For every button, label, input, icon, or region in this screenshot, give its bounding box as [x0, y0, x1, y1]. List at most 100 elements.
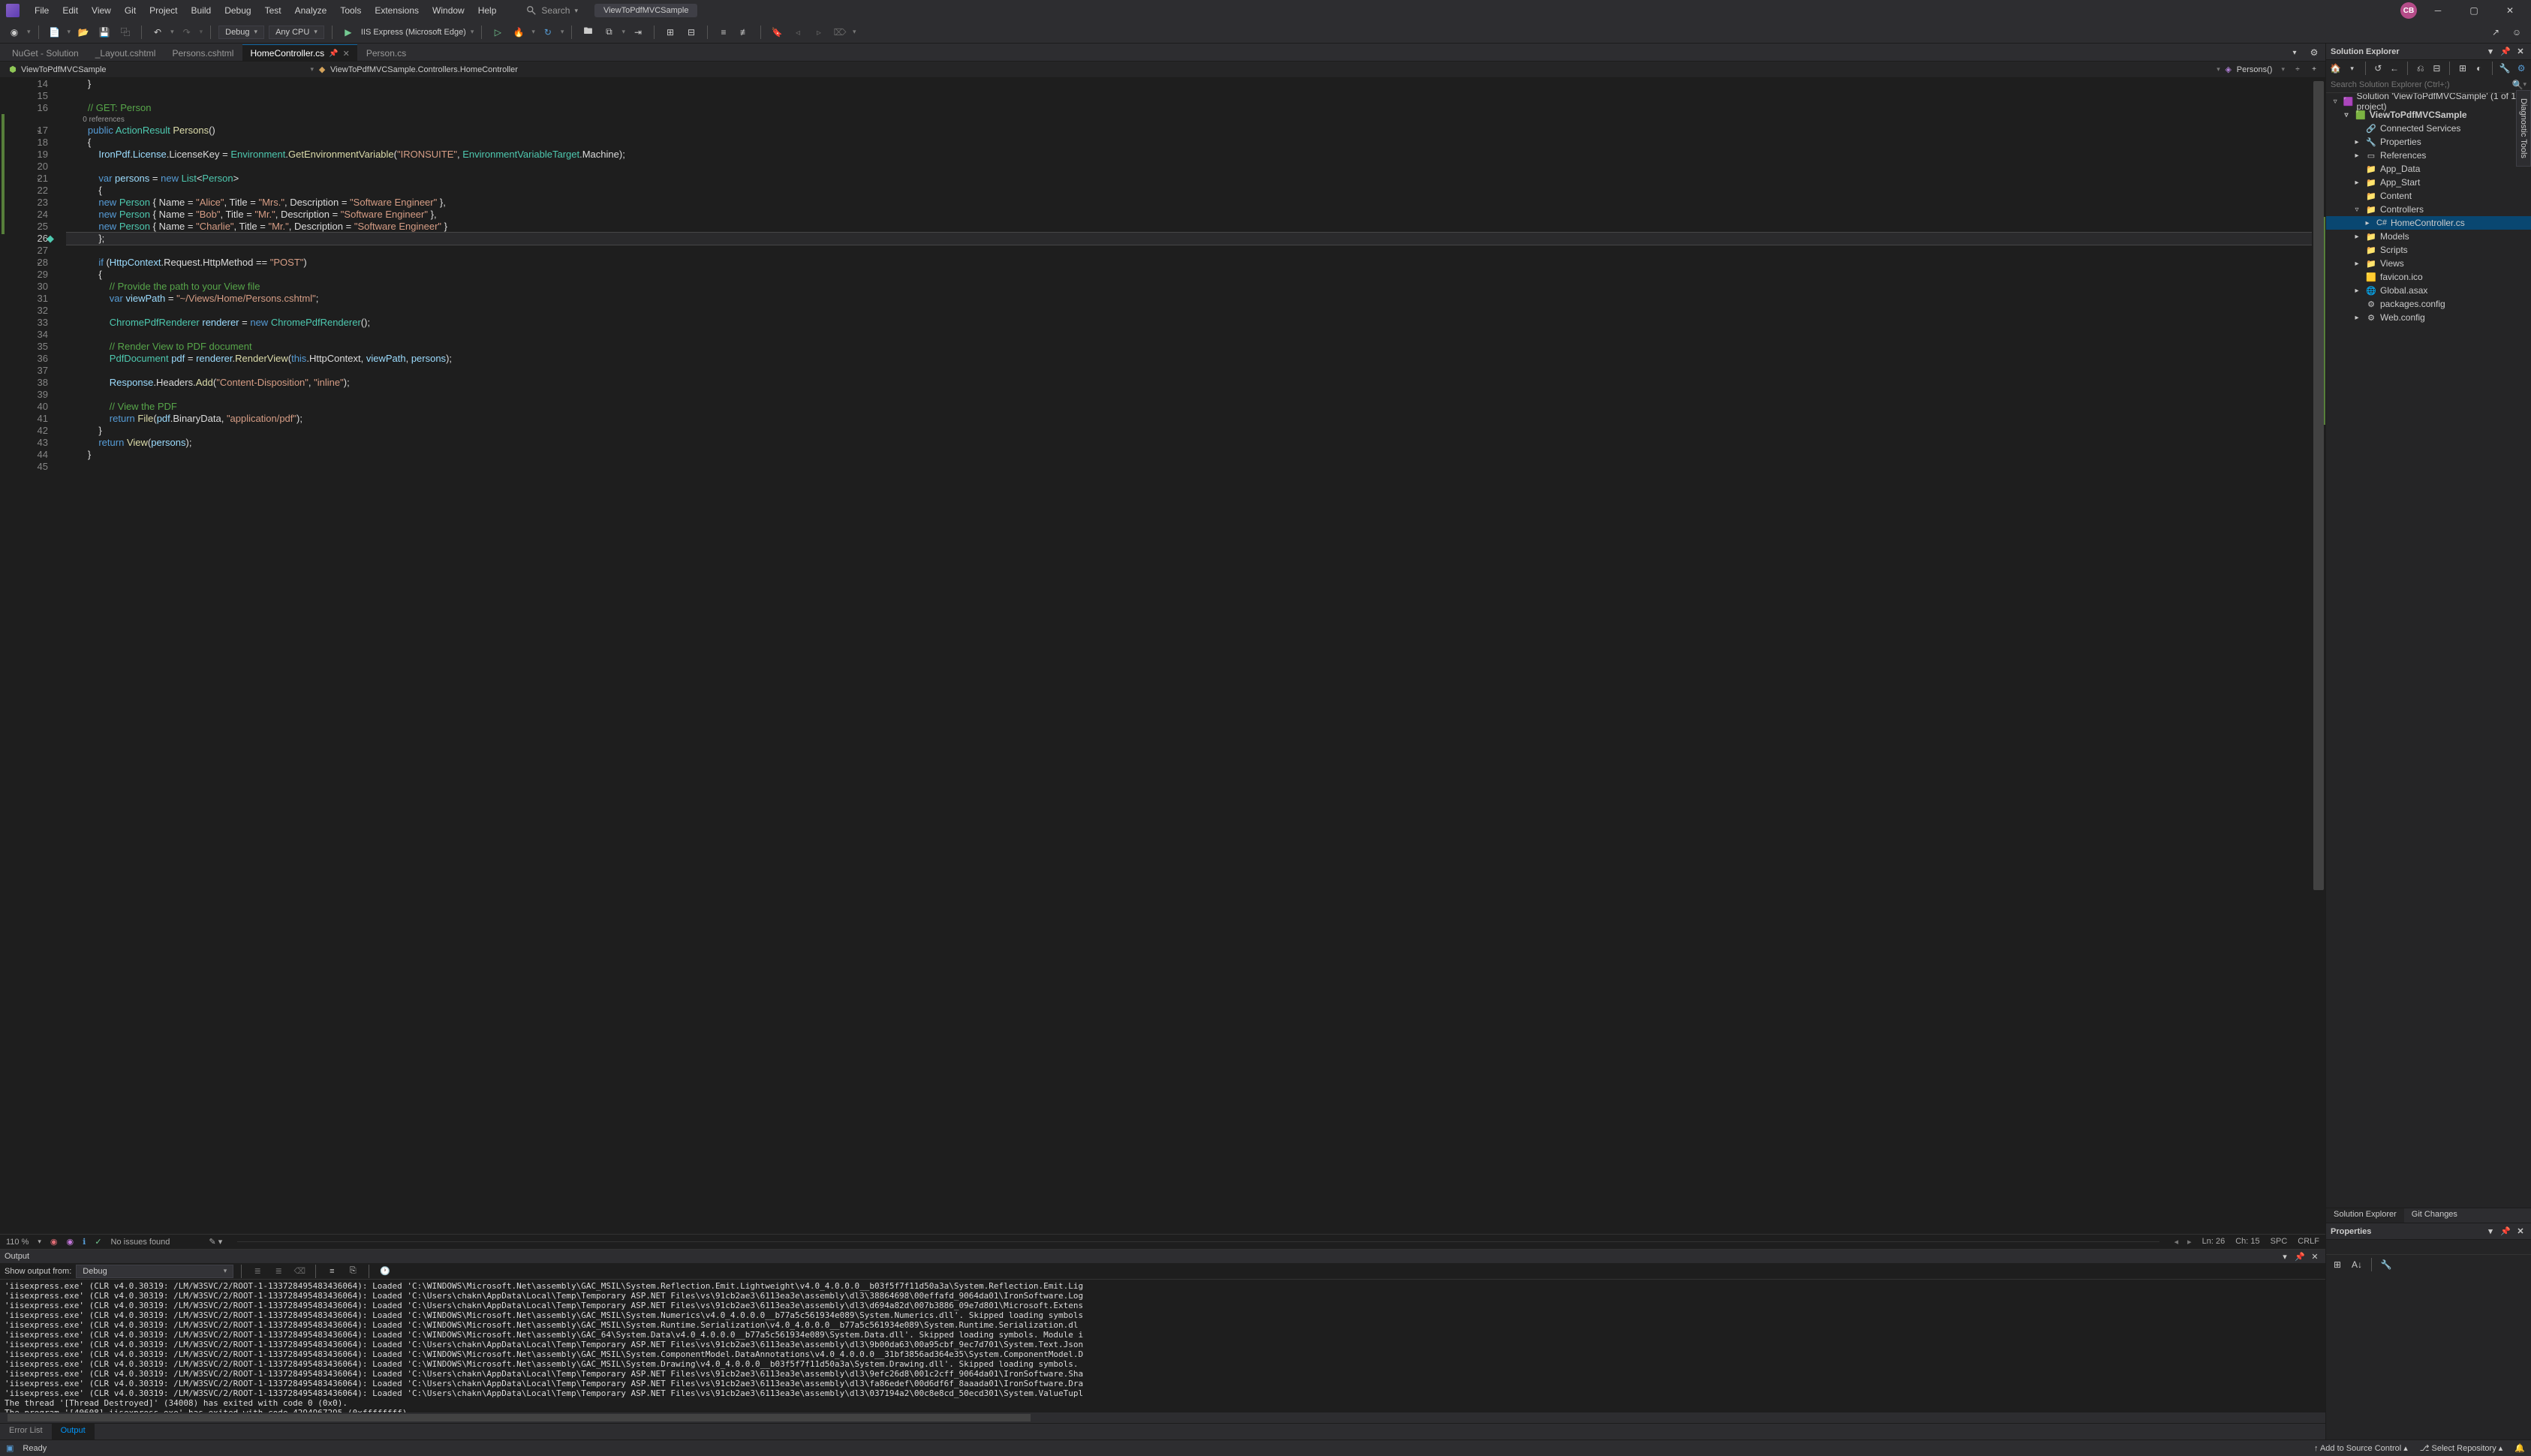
menu-tools[interactable]: Tools: [334, 2, 367, 19]
menu-debug[interactable]: Debug: [218, 2, 257, 19]
output-source-dropdown[interactable]: Debug▾: [76, 1265, 233, 1278]
se-preview-button[interactable]: ◐: [2472, 60, 2486, 77]
props-close-button[interactable]: ✕: [2514, 1226, 2526, 1238]
warning-indicator-icon[interactable]: ◉: [67, 1237, 74, 1247]
tree-node-4[interactable]: ▸▭References: [2326, 149, 2531, 162]
menu-git[interactable]: Git: [119, 2, 142, 19]
clear-bookmarks-button[interactable]: ⌦: [832, 24, 848, 41]
se-home-button[interactable]: 🏠: [2329, 60, 2343, 77]
editor-vscrollbar[interactable]: [2312, 78, 2325, 1234]
zoom-dropdown[interactable]: ▾: [38, 1238, 41, 1246]
next-bookmark-button[interactable]: ▹: [811, 24, 827, 41]
doc-tab-1[interactable]: _Layout.cshtml: [88, 45, 164, 61]
se-search[interactable]: 🔍 ▾: [2326, 77, 2531, 93]
tb-btn-2[interactable]: ⇥: [630, 24, 646, 41]
se-dropdown-button[interactable]: ▾: [2484, 46, 2496, 58]
tabs-settings-button[interactable]: ⚙: [2306, 44, 2322, 61]
output-pin-button[interactable]: 📌: [2294, 1250, 2306, 1262]
tree-node-12[interactable]: ▸📁Views: [2326, 257, 2531, 270]
se-close-button[interactable]: ✕: [2514, 46, 2526, 58]
props-dropdown-button[interactable]: ▾: [2484, 1226, 2496, 1238]
platform-dropdown[interactable]: Any CPU▾: [269, 26, 324, 39]
bookmark-button[interactable]: 🔖: [769, 24, 785, 41]
props-pin-button[interactable]: 📌: [2499, 1226, 2511, 1238]
indent-indicator[interactable]: SPC: [2271, 1237, 2288, 1247]
redo-button[interactable]: ↷: [179, 24, 195, 41]
error-indicator-icon[interactable]: ◉: [50, 1237, 58, 1247]
bottom-tab-output[interactable]: Output: [52, 1424, 95, 1439]
hscroll-right-button[interactable]: ▸: [2187, 1237, 2192, 1247]
tree-node-5[interactable]: 📁App_Data: [2326, 162, 2531, 176]
new-project-button[interactable]: 📄: [47, 24, 63, 41]
split-editor-button[interactable]: ÷: [2289, 62, 2306, 78]
feedback-button[interactable]: ☺: [2508, 24, 2525, 41]
tb-btn-3[interactable]: ⊞: [662, 24, 679, 41]
user-avatar[interactable]: CB: [2400, 2, 2417, 19]
config-dropdown[interactable]: Debug▾: [218, 26, 264, 39]
output-clear-button[interactable]: ⌫: [291, 1263, 308, 1280]
tree-node-11[interactable]: 📁Scripts: [2326, 243, 2531, 257]
props-pages-button[interactable]: 🔧: [2378, 1256, 2394, 1273]
bottom-tab-error-list[interactable]: Error List: [0, 1424, 52, 1439]
search-box[interactable]: Search ▾: [526, 5, 578, 16]
menu-help[interactable]: Help: [472, 2, 503, 19]
bc-project[interactable]: ⬢ ViewToPdfMVCSample: [3, 65, 111, 75]
select-repository[interactable]: ⎇ Select Repository ▴: [2420, 1443, 2503, 1453]
close-button[interactable]: ✕: [2495, 0, 2525, 21]
se-tab-solution-explorer[interactable]: Solution Explorer: [2326, 1208, 2404, 1223]
tree-node-3[interactable]: ▸🔧Properties: [2326, 135, 2531, 149]
add-source-control[interactable]: ↑ Add to Source Control ▴: [2314, 1443, 2408, 1453]
tree-node-8[interactable]: ▿📁Controllers: [2326, 203, 2531, 216]
minimize-button[interactable]: ─: [2423, 0, 2453, 21]
tb-btn-4[interactable]: ⊟: [683, 24, 700, 41]
solution-tree[interactable]: ▿🟪Solution 'ViewToPdfMVCSample' (1 of 1 …: [2326, 93, 2531, 1208]
menu-file[interactable]: File: [29, 2, 55, 19]
tree-node-14[interactable]: ▸🌐Global.asax: [2326, 284, 2531, 297]
output-wordwrap-button[interactable]: ≡: [324, 1263, 340, 1280]
doc-tab-2[interactable]: Persons.cshtml: [164, 45, 241, 61]
hot-reload-button[interactable]: 🔥: [510, 24, 527, 41]
tree-node-7[interactable]: 📁Content: [2326, 189, 2531, 203]
tree-node-16[interactable]: ▸⚙Web.config: [2326, 311, 2531, 324]
menu-analyze[interactable]: Analyze: [289, 2, 333, 19]
run-button[interactable]: ▶: [340, 24, 357, 41]
undo-button[interactable]: ↶: [149, 24, 166, 41]
se-search-input[interactable]: [2331, 80, 2512, 89]
menu-build[interactable]: Build: [185, 2, 218, 19]
tree-node-9[interactable]: ▸C#HomeController.cs: [2326, 216, 2531, 230]
save-all-button[interactable]: ⿻: [117, 24, 134, 41]
refresh-button[interactable]: ↻: [540, 24, 556, 41]
hscroll-left-button[interactable]: ◂: [2174, 1237, 2179, 1247]
output-text[interactable]: 'iisexpress.exe' (CLR v4.0.30319: /LM/W3…: [0, 1280, 2325, 1412]
props-categorized-button[interactable]: ⊞: [2329, 1256, 2346, 1273]
se-filter-button[interactable]: ⎌: [2414, 60, 2427, 77]
doc-tab-3[interactable]: HomeController.cs📌✕: [242, 44, 357, 61]
comment-button[interactable]: ≡: [715, 24, 732, 41]
output-copy-button[interactable]: ⎘: [345, 1263, 361, 1280]
output-hscrollbar[interactable]: [0, 1412, 2325, 1423]
back-button[interactable]: ◉: [6, 24, 23, 41]
tabs-dropdown-button[interactable]: ▾: [2286, 44, 2303, 61]
menu-view[interactable]: View: [86, 2, 117, 19]
output-prev-button[interactable]: ≣: [249, 1263, 266, 1280]
menu-project[interactable]: Project: [143, 2, 183, 19]
doc-tab-0[interactable]: NuGet - Solution: [5, 45, 86, 61]
menu-window[interactable]: Window: [426, 2, 471, 19]
bc-expand-button[interactable]: +: [2306, 62, 2322, 78]
se-pin-button[interactable]: 📌: [2499, 46, 2511, 58]
live-share-button[interactable]: ↗: [2487, 24, 2504, 41]
maximize-button[interactable]: ▢: [2459, 0, 2489, 21]
output-next-button[interactable]: ≣: [270, 1263, 287, 1280]
prev-bookmark-button[interactable]: ◃: [790, 24, 806, 41]
line-indicator[interactable]: Ln: 26: [2202, 1237, 2226, 1247]
suggestion-indicator-icon[interactable]: ℹ: [83, 1237, 86, 1247]
output-timestamp-button[interactable]: 🕐: [377, 1263, 393, 1280]
se-show-all-button[interactable]: ⊞: [2456, 60, 2469, 77]
open-button[interactable]: 📂: [75, 24, 92, 41]
bc-member[interactable]: ▾ ◈ Persons(): [2212, 65, 2277, 75]
menu-extensions[interactable]: Extensions: [369, 2, 425, 19]
tree-node-13[interactable]: 🟨favicon.ico: [2326, 270, 2531, 284]
browser-link-button[interactable]: 🖿: [579, 24, 596, 41]
se-sync-button[interactable]: ↺: [2371, 60, 2385, 77]
tree-node-10[interactable]: ▸📁Models: [2326, 230, 2531, 243]
